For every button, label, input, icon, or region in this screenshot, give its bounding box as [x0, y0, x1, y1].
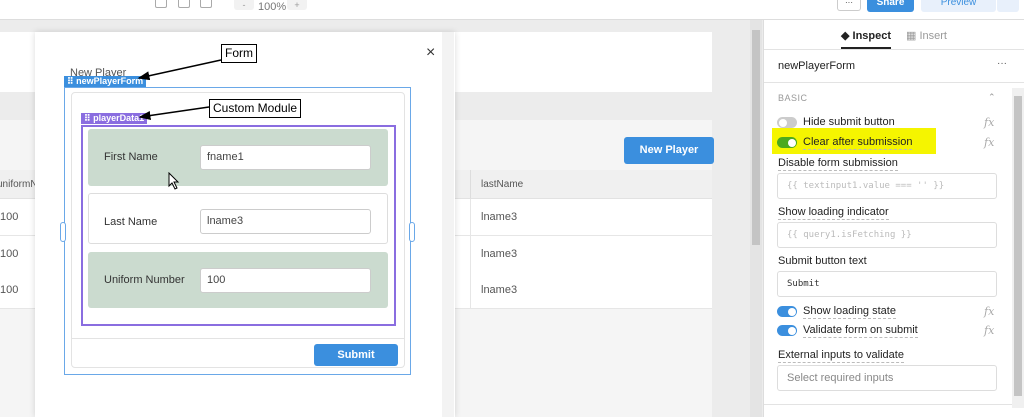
- uniform-number-input[interactable]: 100: [200, 268, 371, 293]
- fx-icon[interactable]: fx: [984, 116, 994, 129]
- annotation-arrows: [137, 59, 222, 120]
- tab-insert[interactable]: ▦ Insert: [906, 29, 947, 42]
- module-annotation: Custom Module: [209, 99, 302, 118]
- preview-dropdown-button[interactable]: [997, 0, 1019, 12]
- table-cell: lname3: [470, 272, 712, 309]
- table-cell: lname3: [470, 199, 712, 236]
- resize-handle-right[interactable]: [409, 222, 415, 242]
- mouse-cursor-icon: [168, 172, 180, 190]
- component-menu-button[interactable]: ···: [997, 58, 1007, 69]
- column-header-lastname[interactable]: lastName: [470, 170, 712, 199]
- external-inputs-select[interactable]: Select required inputs: [777, 365, 997, 391]
- form-footer-divider: [71, 338, 405, 339]
- share-button[interactable]: Share: [867, 0, 914, 12]
- show-loading-toggle[interactable]: [777, 306, 797, 317]
- table-cell: lname3: [470, 236, 712, 273]
- submit-text-label: Submit button text: [778, 255, 867, 267]
- first-name-label: First Name: [104, 151, 158, 163]
- disable-submission-label: Disable form submission: [778, 157, 898, 171]
- divider: [764, 404, 1012, 405]
- loading-indicator-input[interactable]: {{ query1.isFetching }}: [777, 222, 997, 248]
- more-button[interactable]: ···: [837, 0, 861, 11]
- clear-after-label: Clear after submission: [803, 136, 913, 150]
- section-basic[interactable]: BASIC: [778, 93, 808, 103]
- divider: [764, 49, 1024, 50]
- last-name-label: Last Name: [104, 216, 158, 228]
- panel-scrollbar[interactable]: [1012, 88, 1024, 408]
- last-name-input[interactable]: lname3: [200, 209, 371, 234]
- validate-toggle[interactable]: [777, 325, 797, 336]
- external-inputs-label: External inputs to validate: [778, 349, 904, 363]
- divider: [764, 82, 1024, 83]
- clear-after-toggle[interactable]: [777, 137, 797, 148]
- validate-label: Validate form on submit: [803, 324, 918, 338]
- disable-submission-input[interactable]: {{ textinput1.value === '' }}: [777, 173, 997, 199]
- new-player-button[interactable]: New Player: [624, 137, 714, 164]
- hide-submit-toggle[interactable]: [777, 117, 797, 128]
- fx-icon[interactable]: fx: [984, 136, 994, 149]
- resize-handle-left[interactable]: [60, 222, 66, 242]
- submit-text-input[interactable]: Submit: [777, 271, 997, 297]
- chevron-up-icon[interactable]: ⌃: [988, 92, 996, 103]
- uniform-number-label: Uniform Number: [104, 274, 185, 286]
- submit-button[interactable]: Submit: [314, 344, 398, 366]
- loading-indicator-label: Show loading indicator: [778, 206, 889, 220]
- fx-icon[interactable]: fx: [984, 324, 994, 337]
- preview-button[interactable]: Preview: [921, 0, 996, 12]
- tab-inspect[interactable]: ◆ Inspect: [841, 29, 892, 49]
- show-loading-label: Show loading state: [803, 305, 896, 319]
- form-annotation: Form: [221, 44, 257, 63]
- canvas-scrollbar[interactable]: [750, 20, 762, 417]
- fx-icon[interactable]: fx: [984, 305, 994, 318]
- first-name-input[interactable]: fname1: [200, 145, 371, 170]
- component-name[interactable]: newPlayerForm: [778, 60, 855, 72]
